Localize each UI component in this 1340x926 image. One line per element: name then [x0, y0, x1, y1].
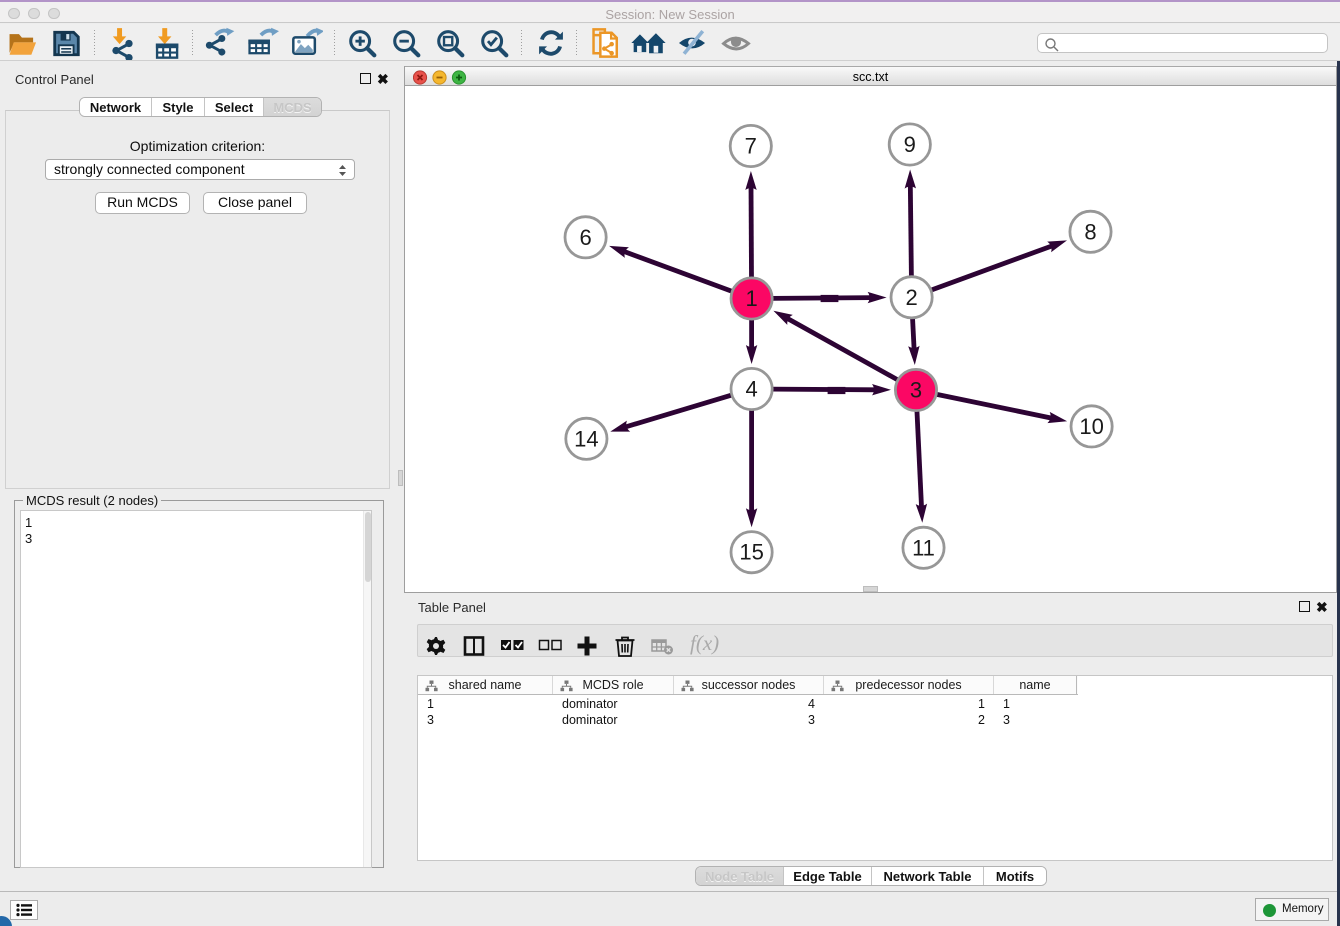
- svg-text:1: 1: [745, 286, 757, 311]
- svg-text:15: 15: [739, 540, 763, 565]
- svg-text:10: 10: [1079, 414, 1103, 439]
- svg-text:3: 3: [910, 378, 922, 403]
- svg-text:9: 9: [904, 132, 916, 157]
- svg-text:11: 11: [912, 535, 935, 560]
- svg-text:14: 14: [574, 426, 598, 451]
- svg-text:7: 7: [745, 134, 757, 159]
- svg-text:2: 2: [905, 285, 917, 310]
- svg-text:6: 6: [579, 225, 591, 250]
- svg-text:8: 8: [1084, 219, 1096, 244]
- svg-text:4: 4: [745, 377, 757, 402]
